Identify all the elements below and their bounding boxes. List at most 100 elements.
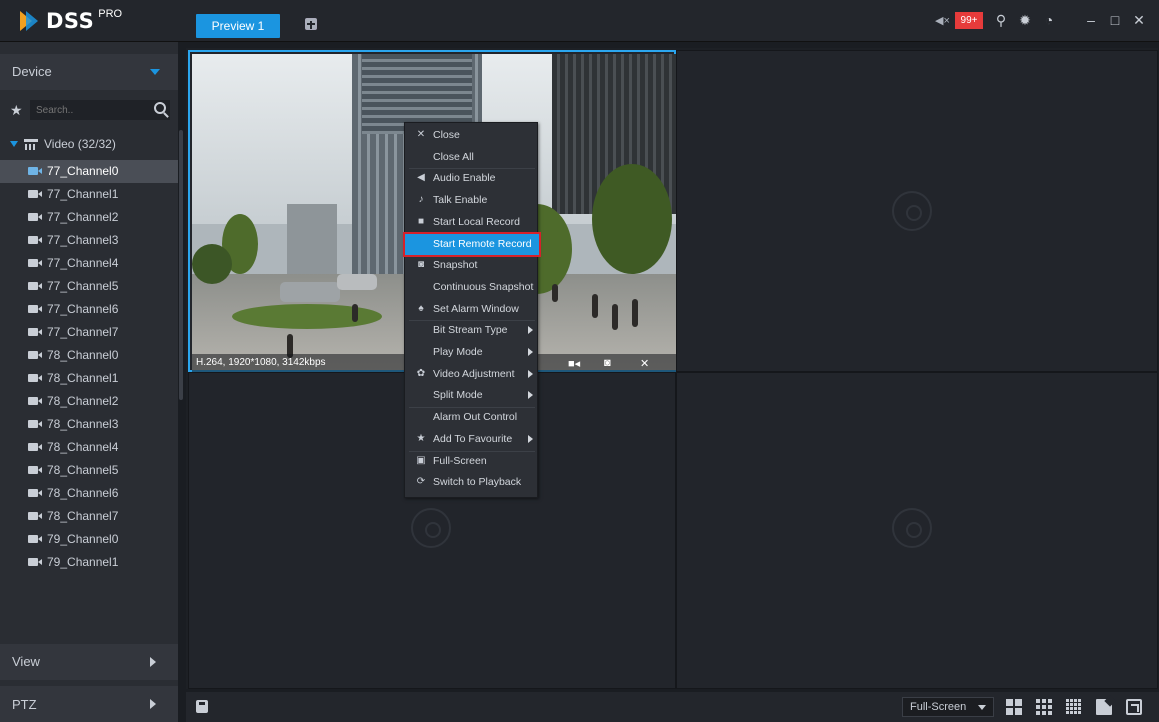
- camera-icon: [28, 397, 42, 405]
- channel-item[interactable]: 77_Channel4: [0, 252, 178, 275]
- channel-item[interactable]: 79_Channel1: [0, 551, 178, 574]
- menu-item-close-all[interactable]: Close All: [405, 147, 539, 168]
- menu-item-alarm-out-control[interactable]: Alarm Out Control: [405, 407, 539, 428]
- camera-icon: [28, 535, 42, 543]
- menu-item-play-mode[interactable]: Play Mode: [405, 342, 539, 363]
- layout-4-icon[interactable]: [1006, 699, 1022, 715]
- device-icon: [24, 139, 38, 150]
- channel-item[interactable]: 77_Channel5: [0, 275, 178, 298]
- menu-item-talk-enable[interactable]: ♪ Talk Enable: [405, 190, 539, 211]
- bell-icon: ♠: [418, 302, 424, 314]
- layout-9-icon[interactable]: [1036, 699, 1052, 715]
- camera-icon: [28, 443, 42, 451]
- video-window-4[interactable]: [676, 372, 1158, 689]
- user-icon[interactable]: ⚲: [992, 11, 1010, 29]
- favorite-star-icon[interactable]: ★: [10, 102, 23, 119]
- alarm-count-badge[interactable]: 99+: [955, 12, 983, 29]
- video-grid: H.264, 1920*1080, 3142kbps ■◂ ◙ ✕: [186, 48, 1158, 689]
- fullscreen-mode-select[interactable]: Full-Screen: [902, 697, 994, 717]
- ptz-section-label: PTZ: [12, 697, 37, 712]
- channel-item[interactable]: 78_Channel5: [0, 459, 178, 482]
- menu-item-close[interactable]: ✕ Close: [405, 125, 539, 146]
- menu-item-start-local-record[interactable]: ■ Start Local Record: [405, 212, 539, 233]
- minimize-icon[interactable]: –: [1082, 11, 1100, 29]
- menu-item-split-mode[interactable]: Split Mode: [405, 385, 539, 406]
- empty-window-film-icon: [892, 191, 932, 231]
- channel-item[interactable]: 78_Channel0: [0, 344, 178, 367]
- video-window-2[interactable]: [676, 50, 1158, 372]
- menu-item-continuous-snapshot[interactable]: Continuous Snapshot: [405, 277, 539, 298]
- menu-item-label: Bit Stream Type: [433, 324, 508, 337]
- camera-icon: [28, 351, 42, 359]
- menu-item-label: Continuous Snapshot: [433, 280, 534, 293]
- menu-item-switch-to-playback[interactable]: ⟳ Switch to Playback: [405, 472, 539, 493]
- tab-preview-1[interactable]: Preview 1: [196, 14, 280, 38]
- close-window-icon[interactable]: ✕: [1130, 11, 1148, 29]
- ptz-section-header[interactable]: PTZ: [0, 686, 178, 722]
- channel-item[interactable]: 78_Channel3: [0, 413, 178, 436]
- close-video-icon[interactable]: ✕: [640, 357, 649, 370]
- channel-label: 77_Channel7: [47, 325, 119, 339]
- save-view-icon[interactable]: [196, 700, 208, 713]
- fullscreen-icon: ▣: [416, 454, 426, 466]
- menu-item-full-screen[interactable]: ▣ Full-Screen: [405, 451, 539, 472]
- performance-icon[interactable]: ◔: [1040, 11, 1058, 29]
- menu-item-label: Alarm Out Control: [433, 411, 518, 424]
- channel-item[interactable]: 78_Channel7: [0, 505, 178, 528]
- custom-layout-icon[interactable]: [1096, 699, 1112, 715]
- channel-item[interactable]: 77_Channel6: [0, 298, 178, 321]
- fullscreen-icon[interactable]: [1126, 699, 1142, 715]
- video-tree-root[interactable]: Video (32/32): [0, 134, 178, 156]
- menu-item-video-adjustment[interactable]: ✿ Video Adjustment: [405, 364, 539, 385]
- channel-item[interactable]: 78_Channel4: [0, 436, 178, 459]
- menu-item-set-alarm-window[interactable]: ♠ Set Alarm Window: [405, 299, 539, 320]
- expand-triangle-icon[interactable]: [10, 141, 18, 147]
- channel-label: 78_Channel4: [47, 440, 119, 454]
- submenu-arrow-icon: [528, 434, 533, 443]
- channel-item[interactable]: 77_Channel2: [0, 206, 178, 229]
- channel-item[interactable]: 77_Channel0: [0, 160, 178, 183]
- view-section-header[interactable]: View: [0, 644, 178, 680]
- channel-item[interactable]: 78_Channel6: [0, 482, 178, 505]
- star-icon: ★: [416, 432, 426, 444]
- menu-item-bit-stream-type[interactable]: Bit Stream Type: [405, 320, 539, 341]
- top-bar: DSS PRO Preview 1 ◀× 99+ ⚲ ✹ ◔ – □ ✕: [0, 0, 1159, 42]
- channel-item[interactable]: 77_Channel7: [0, 321, 178, 344]
- channel-label: 77_Channel0: [47, 164, 119, 178]
- channel-label: 78_Channel2: [47, 394, 119, 408]
- snapshot-icon[interactable]: ◙: [604, 357, 611, 369]
- mute-icon[interactable]: ◀×: [935, 14, 955, 28]
- channel-item[interactable]: 78_Channel2: [0, 390, 178, 413]
- submenu-arrow-icon: [528, 326, 533, 335]
- record-icon[interactable]: ■◂: [568, 357, 580, 370]
- search-input[interactable]: [30, 100, 170, 120]
- menu-item-audio-enable[interactable]: ◀ Audio Enable: [405, 168, 539, 189]
- add-tab-icon[interactable]: [305, 18, 317, 30]
- menu-item-start-remote-record[interactable]: Start Remote Record: [403, 231, 541, 257]
- layout-16-icon[interactable]: [1066, 699, 1082, 715]
- submenu-arrow-icon: [528, 348, 533, 356]
- camera-icon: [28, 489, 42, 497]
- gear-icon[interactable]: ✹: [1016, 11, 1034, 29]
- search-icon[interactable]: [154, 102, 166, 114]
- menu-item-label: Close All: [433, 150, 474, 163]
- channel-item[interactable]: 78_Channel1: [0, 367, 178, 390]
- channel-label: 77_Channel6: [47, 302, 119, 316]
- device-section-header[interactable]: Device: [0, 54, 178, 90]
- camera-icon: [28, 328, 42, 336]
- channel-item[interactable]: 77_Channel1: [0, 183, 178, 206]
- sidebar-scrollbar[interactable]: [179, 130, 183, 400]
- maximize-icon[interactable]: □: [1106, 11, 1124, 29]
- channel-item[interactable]: 79_Channel0: [0, 528, 178, 551]
- view-section-label: View: [12, 654, 40, 669]
- channel-item[interactable]: 77_Channel3: [0, 229, 178, 252]
- menu-item-label: Full-Screen: [433, 454, 487, 467]
- menu-item-snapshot[interactable]: ◙ Snapshot: [405, 255, 539, 276]
- menu-item-add-to-favourite[interactable]: ★ Add To Favourite: [405, 429, 539, 450]
- channel-label: 78_Channel6: [47, 486, 119, 500]
- empty-window-film-icon: [411, 508, 451, 548]
- camera-icon: [28, 374, 42, 382]
- channel-label: 78_Channel0: [47, 348, 119, 362]
- channel-label: 77_Channel2: [47, 210, 119, 224]
- camera-icon: [28, 466, 42, 474]
